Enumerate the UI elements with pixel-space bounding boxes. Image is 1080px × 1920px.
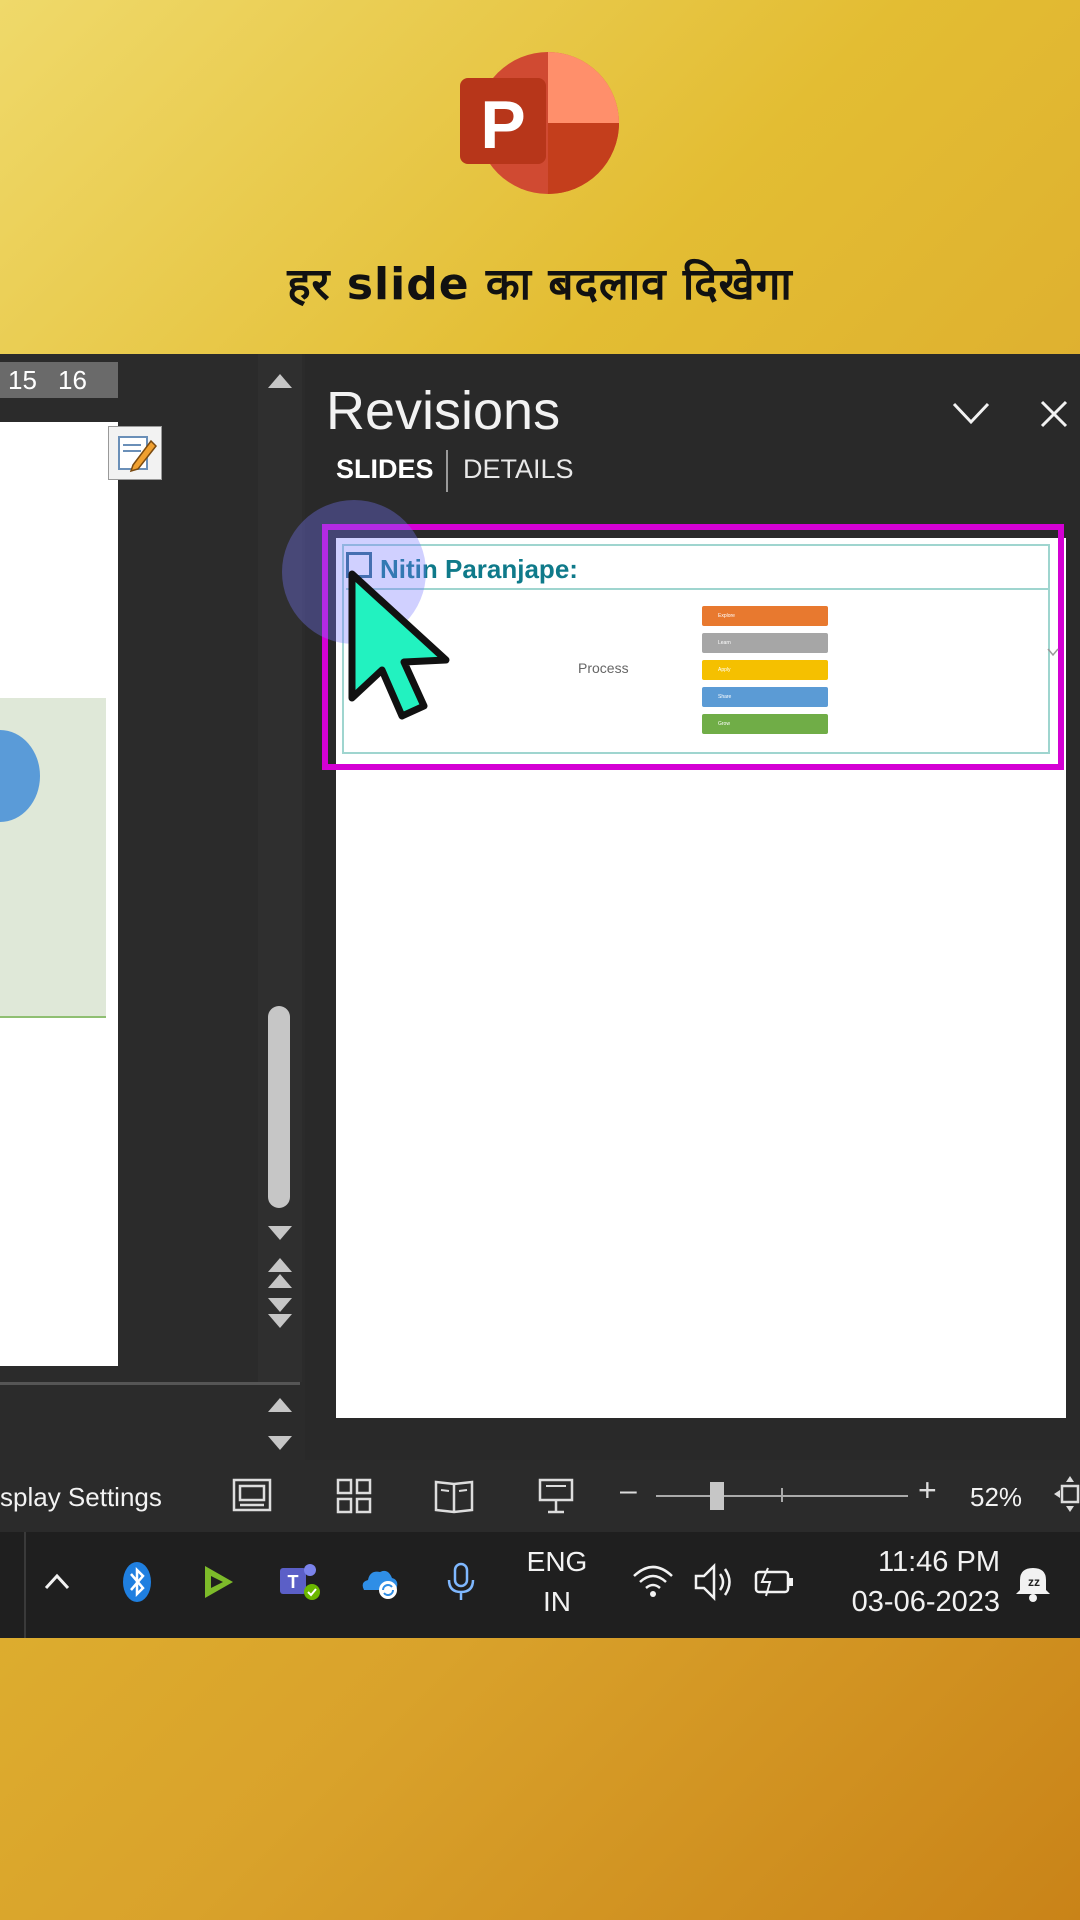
thumbnail-process-step: Grow — [702, 714, 828, 734]
volume-icon[interactable] — [690, 1554, 740, 1610]
scroll-up-arrow-icon[interactable] — [260, 364, 300, 400]
bluetooth-icon[interactable] — [112, 1554, 162, 1610]
chevron-down-icon[interactable] — [1046, 644, 1060, 657]
language-region: IN — [543, 1586, 571, 1617]
ruler-number: 15 — [8, 365, 37, 395]
taskbar-divider — [24, 1532, 26, 1638]
thumbnail-process-label: Process — [578, 660, 629, 676]
taskbar-clock[interactable]: 11:46 PM 03-06-2023 — [830, 1542, 1000, 1622]
thumbnail-process-step: Apply — [702, 660, 828, 680]
media-app-icon[interactable] — [193, 1554, 243, 1610]
scroll-down-arrow-icon[interactable] — [260, 1214, 300, 1250]
slideshow-icon[interactable] — [534, 1476, 578, 1516]
language-indicator[interactable]: ENG IN — [522, 1542, 592, 1622]
powerpoint-logo-icon: P — [458, 50, 620, 196]
tab-slides[interactable]: SLIDES — [336, 454, 434, 485]
ruler: 15 16 — [0, 362, 118, 398]
scroll-up-arrow-icon[interactable] — [260, 1388, 300, 1424]
fit-to-window-icon[interactable] — [1052, 1474, 1080, 1514]
logo-letter: P — [480, 87, 525, 163]
svg-text:zz: zz — [1028, 1575, 1040, 1589]
thumbnail-process-step: Learn — [702, 633, 828, 653]
tab-separator — [446, 450, 448, 492]
svg-text:T: T — [288, 1572, 299, 1592]
revisions-title: Revisions — [326, 381, 561, 441]
powerpoint-window: 15 16 Revisions SLIDES DETAILS Nitin Par… — [0, 354, 1080, 1638]
tab-details[interactable]: DETAILS — [463, 454, 574, 485]
slide-sorter-icon[interactable] — [332, 1476, 376, 1516]
zoom-slider-thumb[interactable] — [710, 1482, 724, 1510]
scroll-down-arrow-icon[interactable] — [260, 1424, 300, 1460]
zoom-slider-center-tick — [781, 1488, 783, 1502]
teams-icon[interactable]: T — [274, 1554, 324, 1610]
zoom-in-button[interactable]: + — [918, 1472, 937, 1509]
reading-view-icon[interactable] — [432, 1476, 476, 1516]
zoom-percentage[interactable]: 52% — [970, 1482, 1022, 1513]
display-settings-button[interactable]: splay Settings — [0, 1482, 162, 1513]
edit-note-icon[interactable] — [108, 426, 162, 480]
wifi-icon[interactable] — [628, 1554, 678, 1610]
chevron-up-icon[interactable] — [32, 1554, 82, 1610]
ruler-number: 16 — [58, 365, 87, 395]
clock-time: 11:46 PM — [878, 1546, 1000, 1578]
pane-divider — [0, 1382, 300, 1385]
thumbnail-process-step: Share — [702, 687, 828, 707]
previous-slide-icon[interactable] — [260, 1254, 300, 1290]
microphone-icon[interactable] — [436, 1554, 486, 1610]
chevron-down-icon[interactable] — [948, 396, 994, 430]
close-icon[interactable] — [1034, 394, 1074, 434]
zoom-out-button[interactable]: – — [620, 1474, 637, 1508]
mouse-cursor-icon — [346, 570, 466, 730]
language-code: ENG — [526, 1546, 588, 1577]
scroll-thumb[interactable] — [268, 1006, 290, 1208]
normal-view-icon[interactable] — [230, 1476, 274, 1516]
thumbnail-process-step: Explore — [702, 606, 828, 626]
notification-bell-icon[interactable]: zz — [1008, 1554, 1058, 1610]
onedrive-sync-icon[interactable] — [354, 1554, 404, 1610]
clock-date: 03-06-2023 — [851, 1586, 1000, 1618]
next-slide-icon[interactable] — [260, 1296, 300, 1332]
battery-icon[interactable] — [750, 1554, 800, 1610]
video-caption: हर slide का बदलाव दिखेगा — [287, 259, 793, 310]
